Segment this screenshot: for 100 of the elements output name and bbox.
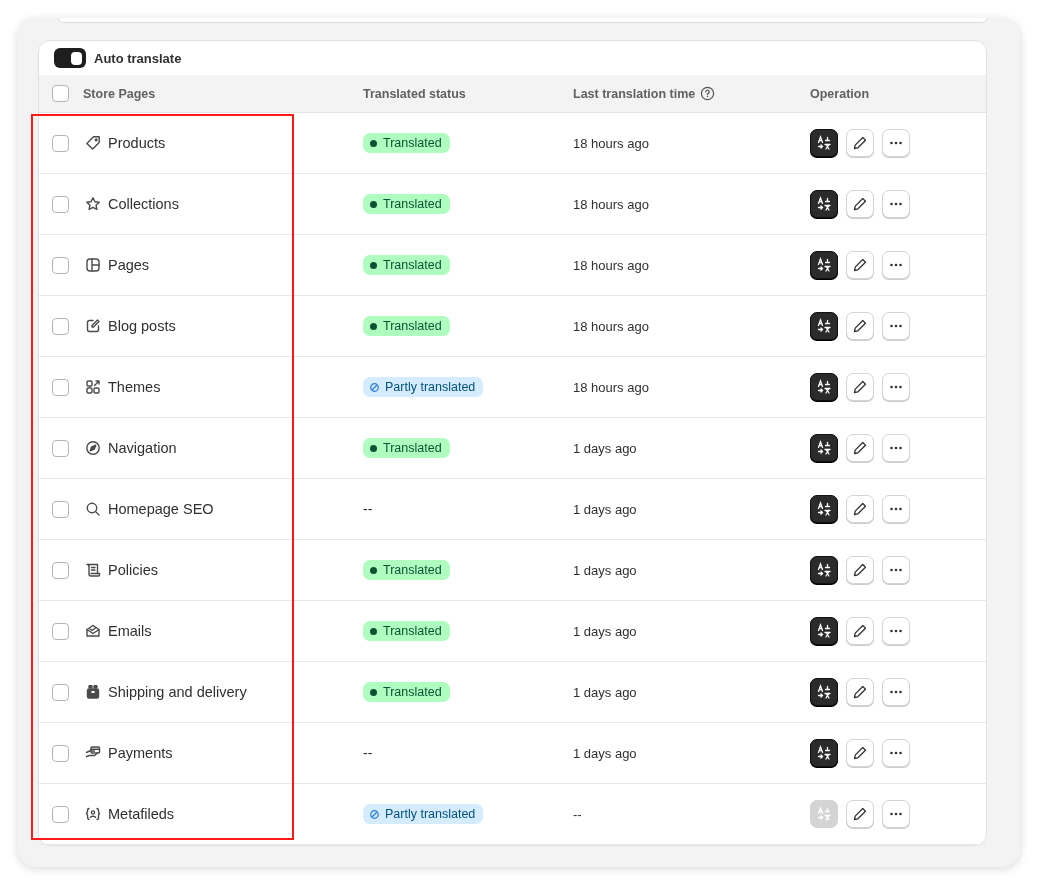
edit-button[interactable]	[846, 312, 874, 340]
edit-button[interactable]	[846, 251, 874, 279]
edit-button[interactable]	[846, 129, 874, 157]
translate-button[interactable]	[810, 312, 838, 340]
translate-button[interactable]	[810, 251, 838, 279]
translate-button[interactable]	[810, 678, 838, 706]
page-name[interactable]: Blog posts	[108, 318, 176, 334]
more-button[interactable]	[882, 251, 910, 279]
page-name[interactable]: Payments	[108, 745, 173, 761]
row-checkbox[interactable]	[52, 500, 69, 518]
translate-icon	[816, 562, 832, 578]
translate-icon	[816, 806, 832, 822]
translate-button[interactable]	[810, 434, 838, 462]
pencil-icon	[852, 440, 868, 456]
edit-button[interactable]	[846, 678, 874, 706]
more-button[interactable]	[882, 373, 910, 401]
compass-icon	[85, 440, 101, 456]
more-button[interactable]	[882, 495, 910, 523]
row-checkbox[interactable]	[52, 134, 69, 152]
translate-icon	[816, 501, 832, 517]
row-checkbox[interactable]	[52, 195, 69, 213]
apps-icon	[85, 379, 101, 395]
page-name[interactable]: Pages	[108, 257, 150, 273]
page-name[interactable]: Navigation	[108, 440, 177, 456]
translation-time: 18 hours ago	[573, 196, 649, 212]
status-badge: Translated	[363, 560, 450, 580]
status-text: --	[363, 745, 373, 761]
more-button[interactable]	[882, 678, 910, 706]
layout-icon	[85, 257, 101, 273]
page-name[interactable]: Policies	[108, 562, 158, 578]
more-button[interactable]	[882, 434, 910, 462]
translate-button[interactable]	[810, 617, 838, 645]
translation-time: 1 days ago	[573, 440, 637, 456]
translate-button[interactable]	[810, 190, 838, 218]
translate-button[interactable]	[810, 373, 838, 401]
translation-time: 18 hours ago	[573, 379, 649, 395]
row-checkbox[interactable]	[52, 683, 69, 701]
translate-icon	[816, 379, 832, 395]
status-badge: Translated	[363, 682, 450, 702]
more-button[interactable]	[882, 739, 910, 767]
more-button[interactable]	[882, 190, 910, 218]
translate-button[interactable]	[810, 739, 838, 767]
status-badge: Translated	[363, 316, 450, 336]
translation-time: 1 days ago	[573, 623, 637, 639]
translate-icon	[816, 440, 832, 456]
page-name[interactable]: Emails	[108, 623, 152, 639]
toggle-label: Auto translate	[94, 50, 182, 66]
translate-button[interactable]	[810, 129, 838, 157]
row-checkbox[interactable]	[52, 256, 69, 274]
page-name[interactable]: Themes	[108, 379, 161, 395]
envelope-icon	[85, 623, 101, 639]
edit-button[interactable]	[846, 739, 874, 767]
row-checkbox[interactable]	[52, 317, 69, 335]
page-name[interactable]: Products	[108, 135, 166, 151]
page-name[interactable]: Collections	[108, 196, 179, 212]
more-button[interactable]	[882, 800, 910, 828]
row-checkbox[interactable]	[52, 744, 69, 762]
edit-button[interactable]	[846, 373, 874, 401]
select-all-checkbox[interactable]	[52, 85, 69, 102]
more-button[interactable]	[882, 129, 910, 157]
edit-icon	[85, 318, 101, 334]
status-badge: Translated	[363, 621, 450, 641]
edit-button[interactable]	[846, 556, 874, 584]
edit-button[interactable]	[846, 617, 874, 645]
translate-button[interactable]	[810, 556, 838, 584]
page-name[interactable]: Homepage SEO	[108, 501, 214, 517]
column-header: Translated status	[363, 86, 466, 101]
more-button[interactable]	[882, 617, 910, 645]
scroll-icon	[85, 562, 101, 578]
help-icon[interactable]	[700, 86, 716, 101]
more-button[interactable]	[882, 556, 910, 584]
page-name[interactable]: Metafileds	[108, 806, 175, 822]
pencil-icon	[852, 135, 868, 151]
pencil-icon	[852, 562, 868, 578]
star-icon	[85, 196, 101, 212]
page-name[interactable]: Shipping and delivery	[108, 684, 247, 700]
row-checkbox[interactable]	[52, 561, 69, 579]
translate-button[interactable]	[810, 495, 838, 523]
edit-button[interactable]	[846, 190, 874, 218]
status-badge: Partly translated	[363, 377, 484, 397]
pencil-icon	[852, 623, 868, 639]
box-icon	[85, 684, 101, 700]
translate-icon	[816, 623, 832, 639]
pencil-icon	[852, 318, 868, 334]
row-checkbox[interactable]	[52, 378, 69, 396]
toggle-switch[interactable]	[54, 48, 86, 68]
more-button[interactable]	[882, 312, 910, 340]
status-badge: Translated	[363, 194, 450, 214]
translation-time: --	[573, 806, 582, 822]
row-checkbox[interactable]	[52, 805, 69, 823]
tag-icon	[85, 135, 101, 151]
translation-time: 1 days ago	[573, 745, 637, 761]
edit-button[interactable]	[846, 434, 874, 462]
status-badge: Partly translated	[363, 804, 484, 824]
row-checkbox[interactable]	[52, 439, 69, 457]
status-badge: Translated	[363, 133, 450, 153]
pencil-icon	[852, 501, 868, 517]
edit-button[interactable]	[846, 495, 874, 523]
row-checkbox[interactable]	[52, 622, 69, 640]
edit-button[interactable]	[846, 800, 874, 828]
